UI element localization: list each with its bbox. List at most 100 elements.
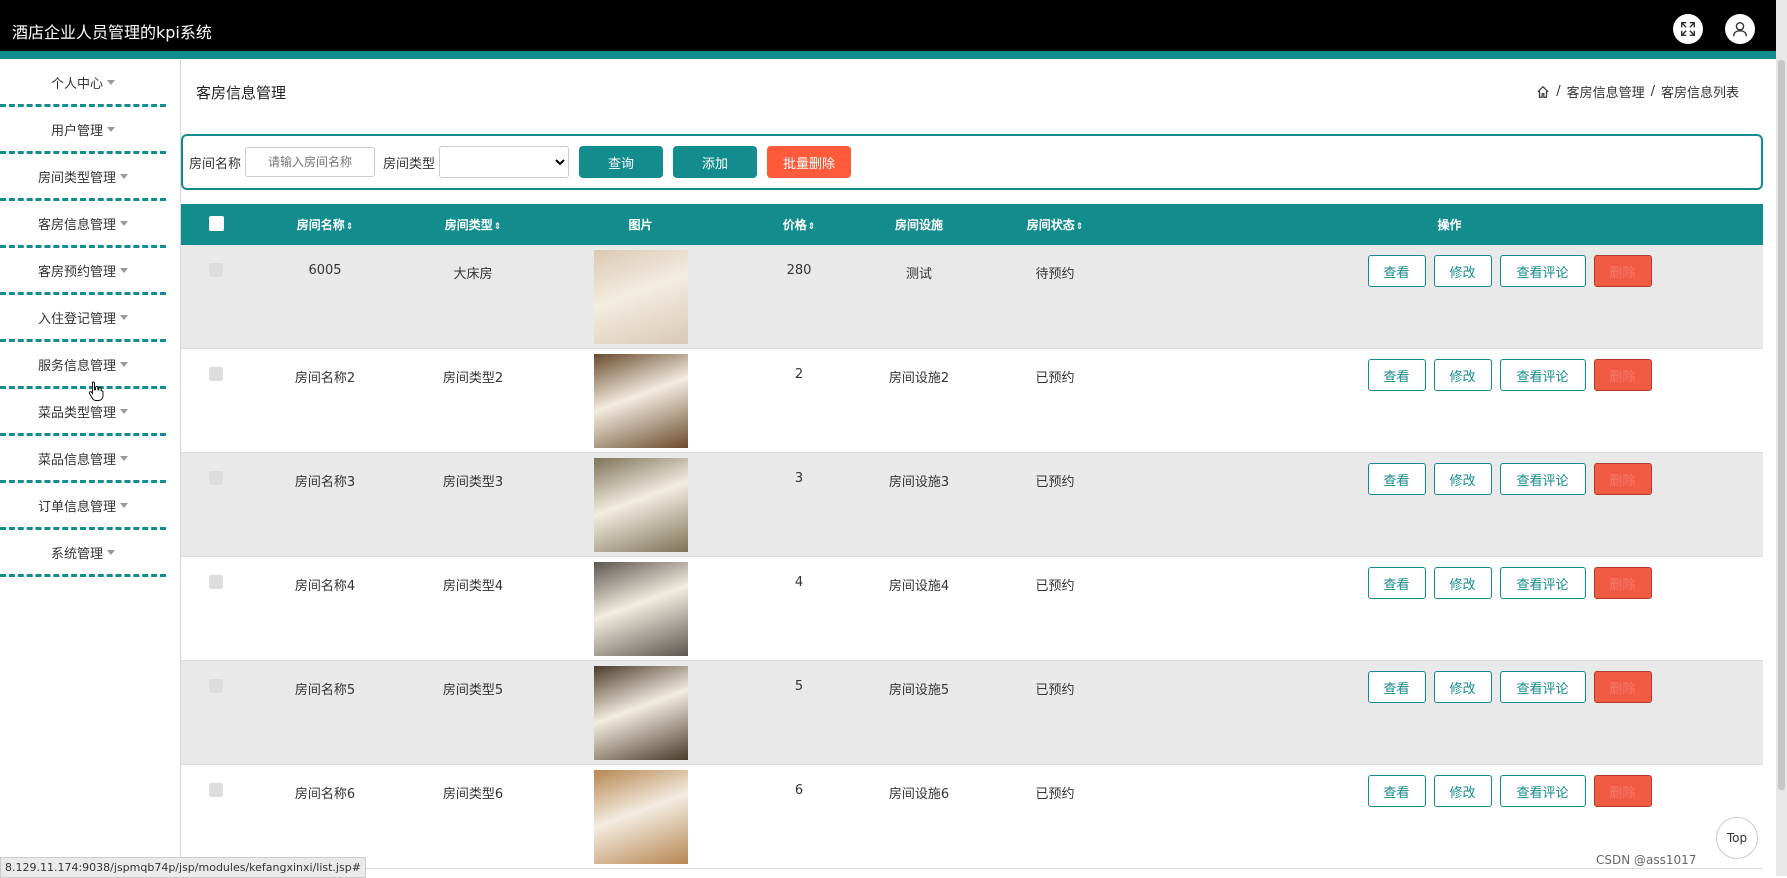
delete-button[interactable]: 删除 [1593, 255, 1652, 287]
room-photo[interactable] [593, 458, 688, 552]
sidebar-item-order-info-management[interactable]: 订单信息管理 [0, 483, 166, 530]
sidebar-item-check-in-management[interactable]: 入住登记管理 [0, 295, 166, 342]
back-to-top-button[interactable]: Top [1716, 817, 1758, 859]
cell-image [547, 245, 734, 348]
edit-button[interactable]: 修改 [1433, 775, 1492, 807]
fullscreen-icon [1680, 21, 1696, 37]
cell-price: 3 [794, 471, 804, 486]
chevron-down-icon [120, 220, 128, 226]
delete-button[interactable]: 删除 [1593, 775, 1652, 807]
header-price[interactable]: 价格⇕ [734, 216, 864, 233]
view-comments-button[interactable]: 查看评论 [1499, 359, 1586, 391]
cell-room-status: 已预约 [1035, 787, 1075, 802]
view-comments-button[interactable]: 查看评论 [1499, 463, 1586, 495]
room-type-label: 房间类型 [383, 156, 436, 172]
view-button[interactable]: 查看 [1367, 671, 1426, 703]
view-button[interactable]: 查看 [1367, 567, 1426, 599]
view-comments-button[interactable]: 查看评论 [1499, 671, 1586, 703]
delete-button[interactable]: 删除 [1593, 671, 1652, 703]
row-checkbox-cell [181, 349, 251, 385]
user-profile-button[interactable] [1725, 14, 1755, 44]
chevron-down-icon [120, 408, 128, 414]
sidebar-item-system-management[interactable]: 系统管理 [0, 530, 166, 577]
sidebar-item-room-booking-management[interactable]: 客房预约管理 [0, 248, 166, 295]
query-button[interactable]: 查询 [579, 146, 664, 178]
sidebar-item-personal-center[interactable]: 个人中心 [0, 60, 166, 107]
row-checkbox[interactable] [209, 679, 223, 693]
cell-image [547, 765, 734, 868]
header-room-status[interactable]: 房间状态⇕ [974, 216, 1136, 233]
room-photo[interactable] [593, 562, 688, 656]
edit-button[interactable]: 修改 [1433, 671, 1492, 703]
sidebar: 个人中心 用户管理 房间类型管理 客房信息管理 客房预约管理 入住登记管理 服务… [0, 60, 166, 577]
fullscreen-button[interactable] [1673, 14, 1703, 44]
table-row: 房间名称3 房间类型3 3 房间设施3 已预约 查看 修改 查看评论 删除 [181, 453, 1763, 557]
sort-icon: ⇕ [807, 222, 816, 232]
view-button[interactable]: 查看 [1367, 255, 1426, 287]
room-type-select[interactable] [439, 146, 570, 178]
row-checkbox[interactable] [209, 471, 223, 485]
mouse-cursor-icon [88, 381, 104, 401]
breadcrumb-separator: / [1650, 84, 1655, 99]
cell-facility: 房间设施3 [888, 475, 950, 490]
breadcrumb-room-info-list: 客房信息列表 [1660, 86, 1739, 101]
room-name-input[interactable] [245, 147, 376, 177]
sidebar-item-room-info-management[interactable]: 客房信息管理 [0, 201, 166, 248]
cell-image [547, 349, 734, 452]
sidebar-item-service-info-management[interactable]: 服务信息管理 [0, 342, 166, 389]
select-all-cell [181, 215, 251, 234]
batch-delete-button[interactable]: 批量删除 [767, 146, 852, 178]
header-room-name[interactable]: 房间名称⇕ [251, 216, 399, 233]
breadcrumb: / 客房信息管理 / 客房信息列表 [1536, 82, 1739, 101]
delete-button[interactable]: 删除 [1593, 567, 1652, 599]
room-photo[interactable] [593, 666, 688, 760]
search-bar: 房间名称 房间类型 查询 添加 批量删除 [181, 134, 1763, 190]
row-checkbox[interactable] [209, 783, 223, 797]
breadcrumb-room-info-management[interactable]: 客房信息管理 [1567, 82, 1645, 101]
view-button[interactable]: 查看 [1367, 463, 1426, 495]
row-checkbox[interactable] [209, 263, 223, 277]
delete-button[interactable]: 删除 [1593, 463, 1652, 495]
cell-price: 2 [794, 367, 804, 382]
room-photo[interactable] [593, 354, 688, 448]
sidebar-item-dish-info-management[interactable]: 菜品信息管理 [0, 436, 166, 483]
add-button[interactable]: 添加 [673, 146, 758, 178]
edit-button[interactable]: 修改 [1433, 359, 1492, 391]
room-photo[interactable] [593, 770, 688, 864]
header-image: 图片 [628, 218, 653, 232]
select-all-checkbox[interactable] [208, 215, 224, 231]
row-checkbox[interactable] [209, 367, 223, 381]
cell-room-type: 房间类型2 [442, 371, 504, 386]
scrollbar-thumb[interactable] [1778, 60, 1785, 790]
cell-room-name: 房间名称5 [294, 683, 356, 698]
header-room-type[interactable]: 房间类型⇕ [399, 216, 547, 233]
vertical-scrollbar[interactable] [1776, 0, 1787, 876]
chevron-down-icon [107, 549, 115, 555]
cell-room-name: 房间名称3 [294, 475, 356, 490]
home-icon[interactable] [1536, 85, 1550, 99]
view-button[interactable]: 查看 [1367, 775, 1426, 807]
edit-button[interactable]: 修改 [1433, 463, 1492, 495]
view-comments-button[interactable]: 查看评论 [1499, 775, 1586, 807]
delete-button[interactable]: 删除 [1593, 359, 1652, 391]
room-photo[interactable] [593, 250, 688, 344]
sidebar-item-dish-type-management[interactable]: 菜品类型管理 [0, 389, 166, 436]
cell-image [547, 557, 734, 660]
view-comments-button[interactable]: 查看评论 [1499, 567, 1586, 599]
edit-button[interactable]: 修改 [1433, 567, 1492, 599]
cell-facility: 房间设施6 [888, 787, 950, 802]
chevron-down-icon [120, 455, 128, 461]
view-button[interactable]: 查看 [1367, 359, 1426, 391]
cell-price: 280 [786, 263, 812, 278]
sidebar-item-user-management[interactable]: 用户管理 [0, 107, 166, 154]
sort-icon: ⇕ [345, 222, 354, 232]
edit-button[interactable]: 修改 [1433, 255, 1492, 287]
top-header: 酒店企业人员管理的kpi系统 [0, 0, 1776, 59]
chevron-down-icon [120, 361, 128, 367]
chevron-down-icon [120, 267, 128, 273]
view-comments-button[interactable]: 查看评论 [1499, 255, 1586, 287]
table-body: 6005 大床房 280 测试 待预约 查看 修改 查看评论 删除 房间名称2 房间类型2 2 房间设施… [181, 245, 1763, 869]
page-title: 客房信息管理 [196, 84, 287, 102]
row-checkbox[interactable] [209, 575, 223, 589]
sidebar-item-room-type-management[interactable]: 房间类型管理 [0, 154, 166, 201]
